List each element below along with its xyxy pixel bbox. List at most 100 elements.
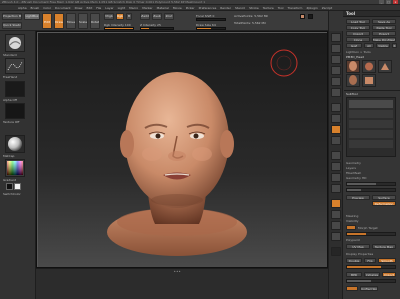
polyf-icon[interactable]: [331, 199, 341, 208]
uv-map-button[interactable]: UV Map: [346, 244, 370, 249]
load-tool-button[interactable]: Load Tool: [346, 19, 370, 24]
r-button[interactable]: R: [392, 43, 397, 48]
rotate-button[interactable]: Rotate: [90, 13, 100, 29]
make-polymesh-button[interactable]: Make PolyMesh3D: [372, 37, 396, 42]
scroll-icon[interactable]: [331, 55, 341, 64]
geometry-section[interactable]: Geometry: [346, 161, 361, 165]
display-slider[interactable]: [346, 265, 396, 269]
visible-button[interactable]: Visible: [376, 43, 390, 48]
stroke-icon[interactable]: [5, 58, 25, 74]
persp-icon[interactable]: [331, 103, 341, 112]
rgb-button[interactable]: Rgb: [116, 13, 124, 20]
subtool-row[interactable]: [349, 140, 393, 148]
bpr-button[interactable]: BPR: [346, 272, 362, 277]
scale-button[interactable]: Scale: [78, 13, 88, 29]
subtool-list[interactable]: [346, 97, 396, 157]
menu-item-stroke[interactable]: Stroke: [249, 6, 259, 10]
lightbox-button[interactable]: LightBox: [24, 13, 40, 20]
surface-button[interactable]: Surface: [372, 195, 396, 200]
texture-icon[interactable]: [5, 103, 25, 119]
menu-item-layer[interactable]: Layer: [105, 6, 113, 10]
menu-item-render[interactable]: Render: [220, 6, 231, 10]
orange-toggle[interactable]: [346, 286, 358, 291]
menu-item-alpha[interactable]: Alpha: [18, 6, 27, 10]
tool-thumb-head[interactable]: [346, 60, 360, 73]
all-button[interactable]: All: [364, 43, 374, 48]
subtool-row[interactable]: [349, 130, 393, 138]
projection-master-button[interactable]: Projection Master: [2, 13, 22, 20]
menu-item-file[interactable]: File: [96, 6, 101, 10]
ghost-icon[interactable]: [331, 221, 341, 230]
geometry-hd-section[interactable]: Geometry HD: [346, 176, 366, 180]
tray-handle[interactable]: ▴ ▴ ▴: [174, 269, 180, 273]
close-button[interactable]: x: [393, 0, 398, 4]
minimize-button[interactable]: _: [379, 0, 384, 4]
menu-item-transform[interactable]: Transform: [288, 6, 303, 10]
menu-item-light[interactable]: Light: [118, 6, 126, 10]
standard-brush-icon[interactable]: [5, 34, 25, 52]
import-button[interactable]: Import: [346, 31, 370, 36]
tool-thumb-simple[interactable]: [378, 60, 392, 73]
display-properties-label[interactable]: Display Properties: [346, 252, 373, 256]
subtool-row[interactable]: [349, 110, 393, 118]
menu-item-color[interactable]: Color: [43, 6, 51, 10]
menu-item-brush[interactable]: Brush: [31, 6, 40, 10]
subtool-section-title[interactable]: SubTool: [346, 92, 358, 96]
import-export-button[interactable]: Import: [382, 272, 396, 277]
edit-button[interactable]: Edit: [42, 13, 52, 29]
double-button[interactable]: Double: [346, 258, 362, 263]
export-button[interactable]: Export: [372, 31, 396, 36]
tool-thumb-sphere[interactable]: [362, 60, 376, 73]
menu-item-zplugin[interactable]: Zplugin: [306, 6, 317, 10]
frame-icon[interactable]: [331, 151, 341, 160]
rgb-intensity-slider[interactable]: [104, 27, 134, 30]
menu-item-material[interactable]: Material: [157, 6, 169, 10]
menu-item-tool[interactable]: Tool: [278, 6, 284, 10]
transp-icon[interactable]: [331, 210, 341, 219]
zadd-button[interactable]: Zadd: [140, 13, 150, 20]
aahalf-icon[interactable]: [331, 88, 341, 97]
tool-thumb-head2[interactable]: [346, 74, 360, 87]
save-as-button[interactable]: Save As: [372, 19, 396, 24]
tool-thumb-polymesh[interactable]: [362, 74, 376, 87]
focal-shift-slider[interactable]: [196, 18, 226, 21]
scale-view-icon[interactable]: [331, 173, 341, 182]
secondary-color-swatch[interactable]: [6, 183, 13, 190]
floor-icon[interactable]: [331, 114, 341, 123]
material-icon[interactable]: [5, 135, 25, 153]
zoom-icon[interactable]: [331, 66, 341, 75]
zcut-button[interactable]: Zcut: [164, 13, 174, 20]
actual-icon[interactable]: [331, 77, 341, 86]
subtool-row-active[interactable]: [349, 100, 393, 108]
menu-item-picker[interactable]: Picker: [186, 6, 195, 10]
spix-icon[interactable]: [331, 44, 341, 53]
m-button[interactable]: M: [126, 13, 132, 20]
menu-item-preferences[interactable]: Preferences: [199, 6, 217, 10]
zsub-button[interactable]: Zsub: [152, 13, 162, 20]
geometry-slider[interactable]: [346, 182, 396, 186]
menu-item-texture[interactable]: Texture: [263, 6, 274, 10]
flip-button[interactable]: Flip: [364, 258, 376, 263]
menu-item-zscript[interactable]: Zscript: [322, 6, 332, 10]
deformation-button[interactable]: Deformation: [372, 201, 396, 206]
bottom-slider[interactable]: [346, 279, 396, 283]
unified-skin-button[interactable]: Unified Skin: [360, 286, 378, 291]
fibermesh-section[interactable]: FiberMesh: [346, 171, 361, 175]
morph-toggle[interactable]: [346, 225, 356, 230]
goz-button[interactable]: GoZ: [346, 43, 362, 48]
menu-item-movie[interactable]: Movie: [173, 6, 182, 10]
menu-item-document[interactable]: Document: [55, 6, 71, 10]
z-intensity-slider[interactable]: [140, 27, 174, 30]
local-icon[interactable]: [331, 125, 341, 134]
xyz-icon[interactable]: [331, 136, 341, 145]
document-canvas[interactable]: [36, 31, 328, 268]
quick-sketch-button[interactable]: Quick Sketch: [2, 22, 22, 29]
menu-item-stencil[interactable]: Stencil: [235, 6, 245, 10]
main-color-chip[interactable]: [300, 14, 305, 19]
maximize-button[interactable]: □: [386, 0, 391, 4]
draw-button[interactable]: Draw: [54, 13, 64, 29]
tool-palette-header[interactable]: Tool: [343, 11, 400, 17]
xpose-icon[interactable]: [331, 247, 341, 256]
rotate-view-icon[interactable]: [331, 184, 341, 193]
layers-section[interactable]: Layers: [346, 166, 356, 170]
